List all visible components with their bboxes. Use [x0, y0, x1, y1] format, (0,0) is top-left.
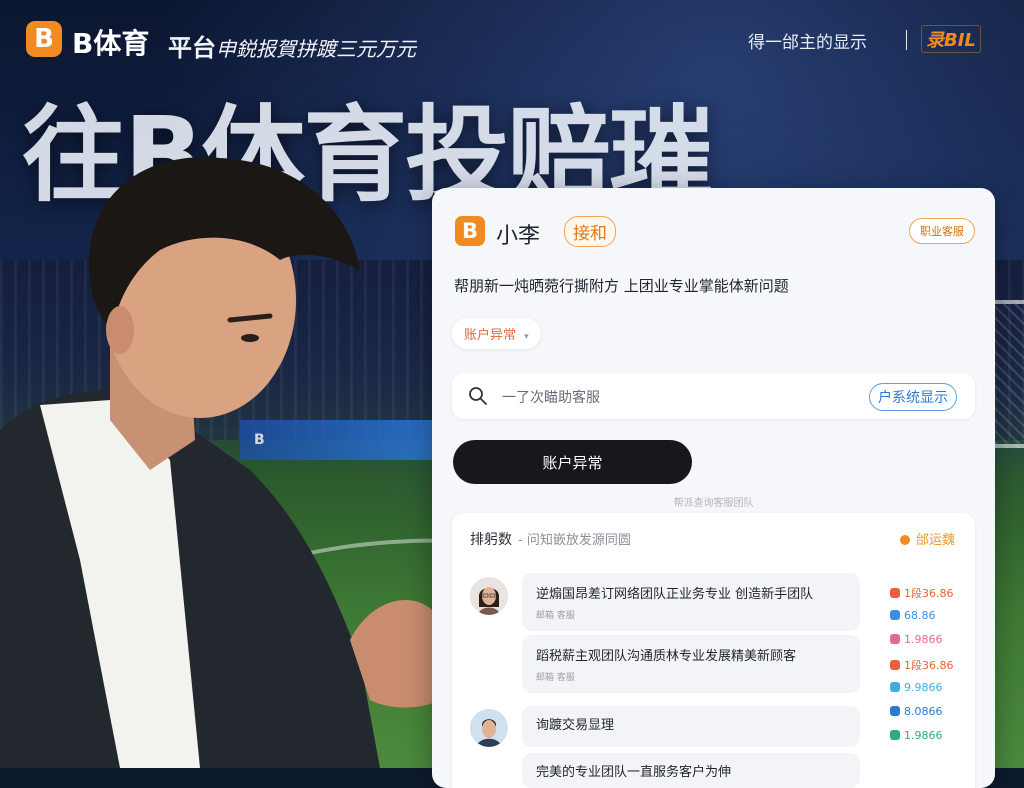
- stat-value-text: 1.9866: [904, 729, 943, 742]
- status-dot-icon: [899, 535, 910, 545]
- list-item-meta: 邮箱 客服: [536, 673, 575, 683]
- agent-status-tag[interactable]: 接和: [564, 216, 616, 247]
- list-filter-button[interactable]: 邰运魏: [899, 529, 955, 548]
- list-item-meta: 邮箱 客服: [536, 611, 575, 621]
- agent-name: 小李: [496, 224, 541, 249]
- search-bar[interactable]: 一了次瞄助客服 户系统显示: [452, 373, 975, 419]
- stat-value: 1.9866: [890, 729, 943, 742]
- stat-swatch: [890, 660, 900, 670]
- brand-subtitle: 平台申鋭报賀拼踱三元万元: [168, 28, 416, 63]
- stat-value-text: 1段36.86: [904, 659, 954, 672]
- stat-swatch: [890, 588, 900, 598]
- stat-swatch: [890, 706, 900, 716]
- search-action-button[interactable]: 户系统显示: [869, 383, 957, 411]
- header-status-link[interactable]: 得一邰主的显示: [748, 28, 867, 53]
- hint-text: 帮派查询客服团队: [673, 498, 754, 509]
- stat-value: 9.9866: [890, 681, 943, 694]
- stat-swatch: [890, 634, 900, 644]
- list-item-text: 蹈税薪主观团队沟通质林专业发展精美新顾客: [536, 649, 797, 664]
- stat-value: 8.0866: [890, 705, 943, 718]
- stat-swatch: [890, 682, 900, 692]
- list-header-sub: - 问知嵌放发源同圆: [518, 533, 631, 548]
- stat-value-text: 1段36.86: [904, 587, 954, 600]
- list-item-text: 询踱交易显理: [536, 718, 615, 733]
- search-input[interactable]: 一了次瞄助客服: [502, 387, 600, 407]
- header-divider: [906, 30, 907, 50]
- list-item-text: 逆煽国昂差订网络团队正业务专业 创造新手团队: [536, 587, 814, 602]
- male-avatar-icon: [470, 709, 508, 747]
- service-type-pill[interactable]: 职业客服: [909, 218, 975, 244]
- list-filter-label: 邰运魏: [915, 533, 955, 548]
- avatar[interactable]: [470, 709, 508, 747]
- issue-dropdown[interactable]: 账户异常 ▾: [452, 318, 541, 349]
- list-header-title: 排躬数: [470, 532, 512, 548]
- list-item-text: 完美的专业团队一直服务客户为伸: [536, 765, 732, 780]
- account-issue-button[interactable]: 账户异常: [453, 440, 692, 484]
- brand-subtitle-extra: 申鋭报賀拼踱三元万元: [216, 37, 416, 61]
- issue-dropdown-label: 账户异常: [464, 328, 517, 343]
- search-icon: [469, 387, 487, 405]
- chevron-down-icon: ▾: [524, 332, 529, 342]
- brand-logo-icon[interactable]: B: [26, 21, 62, 57]
- list-header: 排躬数 - 问知嵌放发源同圆: [470, 529, 631, 549]
- stat-swatch: [890, 610, 900, 620]
- person-image: [0, 157, 440, 768]
- header-badge[interactable]: 录BIL: [921, 25, 981, 53]
- list-item[interactable]: 询踱交易显理: [522, 706, 860, 747]
- support-chat-card: B 小李 接和 职业客服 帮朋新一炖晒菀行撕附方 上团业专业掌能体新问题 账户异…: [432, 188, 995, 788]
- list-item[interactable]: 完美的专业团队一直服务客户为伸: [522, 753, 860, 788]
- stat-value: 1.9866: [890, 633, 943, 646]
- brand-subtitle-main: 平台: [168, 34, 216, 62]
- stat-value: 68.86: [890, 609, 936, 622]
- brand-name[interactable]: B体育: [72, 22, 149, 62]
- top-header: B B体育 平台申鋭报賀拼踱三元万元 得一邰主的显示 录BIL: [0, 0, 1024, 80]
- stat-value-text: 1.9866: [904, 633, 943, 646]
- female-avatar-icon: [470, 577, 508, 615]
- avatar[interactable]: [470, 577, 508, 615]
- stat-value-text: 68.86: [904, 609, 936, 622]
- stat-swatch: [890, 730, 900, 740]
- stat-value-text: 9.9866: [904, 681, 943, 694]
- list-item[interactable]: 逆煽国昂差订网络团队正业务专业 创造新手团队 邮箱 客服: [522, 573, 860, 631]
- stat-value-text: 8.0866: [904, 705, 943, 718]
- conversation-list: 排躬数 - 问知嵌放发源同圆 邰运魏 逆煽国昂差订网络团队正业务专业 创造新手团队…: [452, 513, 975, 788]
- intro-text: 帮朋新一炖晒菀行撕附方 上团业专业掌能体新问题: [454, 277, 789, 295]
- stat-value: 1段36.86: [890, 657, 954, 673]
- stat-value: 1段36.86: [890, 585, 954, 601]
- card-brand-icon: B: [455, 216, 485, 246]
- card-logo-letter: B: [461, 219, 478, 243]
- list-item[interactable]: 蹈税薪主观团队沟通质林专业发展精美新顾客 邮箱 客服: [522, 635, 860, 693]
- brand-logo-letter: B: [34, 24, 54, 54]
